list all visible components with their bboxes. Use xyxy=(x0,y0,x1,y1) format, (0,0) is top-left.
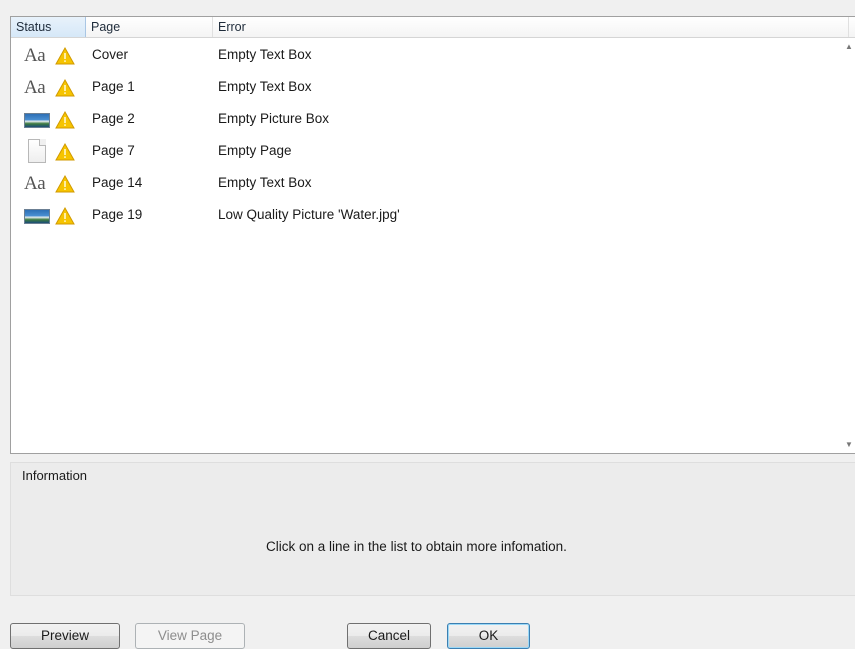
row-status-icons xyxy=(24,110,80,130)
row-error: Empty Text Box xyxy=(218,175,312,190)
row-error: Empty Text Box xyxy=(218,79,312,94)
list-item[interactable]: Page 19 Low Quality Picture 'Water.jpg' xyxy=(11,199,841,231)
information-message: Click on a line in the list to obtain mo… xyxy=(266,539,567,554)
row-page: Page 2 xyxy=(92,111,135,126)
warning-icon xyxy=(55,175,75,193)
scroll-down-icon[interactable]: ▼ xyxy=(845,441,853,449)
scroll-up-icon[interactable]: ▲ xyxy=(845,43,853,51)
row-page: Page 1 xyxy=(92,79,135,94)
row-page: Page 7 xyxy=(92,143,135,158)
warning-icon xyxy=(55,111,75,129)
row-status-icons: Aa xyxy=(24,46,80,66)
warning-icon xyxy=(55,207,75,225)
warning-icon xyxy=(55,143,75,161)
list-item[interactable]: Page 7 Empty Page xyxy=(11,135,841,167)
ok-button[interactable]: OK xyxy=(447,623,530,649)
row-error: Empty Picture Box xyxy=(218,111,330,126)
list-rows: Aa Cover Empty Text Box Aa Page 1 Empty … xyxy=(11,39,841,231)
picture-type-icon xyxy=(24,209,50,224)
page-type-icon xyxy=(28,139,46,163)
error-list[interactable]: Status Page Error Aa Cover Empty Text Bo… xyxy=(10,16,855,454)
list-item[interactable]: Aa Page 1 Empty Text Box xyxy=(11,71,841,103)
row-page: Page 19 xyxy=(92,207,143,222)
list-item[interactable]: Aa Cover Empty Text Box xyxy=(11,39,841,71)
row-status-icons xyxy=(24,206,80,226)
list-item[interactable]: Page 2 Empty Picture Box xyxy=(11,103,841,135)
warning-icon xyxy=(55,79,75,97)
view-page-button[interactable]: View Page xyxy=(135,623,245,649)
preview-button[interactable]: Preview xyxy=(10,623,120,649)
text-type-icon: Aa xyxy=(24,77,46,98)
row-status-icons xyxy=(24,139,80,163)
list-item[interactable]: Aa Page 14 Empty Text Box xyxy=(11,167,841,199)
picture-type-icon xyxy=(24,113,50,128)
information-group: Information Click on a line in the list … xyxy=(10,462,855,596)
row-error: Low Quality Picture 'Water.jpg' xyxy=(218,207,400,222)
row-status-icons: Aa xyxy=(24,174,80,194)
warning-icon xyxy=(55,47,75,65)
list-header: Status Page Error xyxy=(11,17,855,38)
row-page: Cover xyxy=(92,47,129,62)
row-page: Page 14 xyxy=(92,175,143,190)
row-status-icons: Aa xyxy=(24,78,80,98)
column-header-status[interactable]: Status xyxy=(11,17,86,37)
text-type-icon: Aa xyxy=(24,173,46,194)
column-header-page[interactable]: Page xyxy=(86,17,213,37)
row-error: Empty Text Box xyxy=(218,47,312,62)
information-legend: Information xyxy=(22,468,88,483)
cancel-button[interactable]: Cancel xyxy=(347,623,431,649)
column-header-error[interactable]: Error xyxy=(213,17,849,37)
row-error: Empty Page xyxy=(218,143,292,158)
text-type-icon: Aa xyxy=(24,45,46,66)
